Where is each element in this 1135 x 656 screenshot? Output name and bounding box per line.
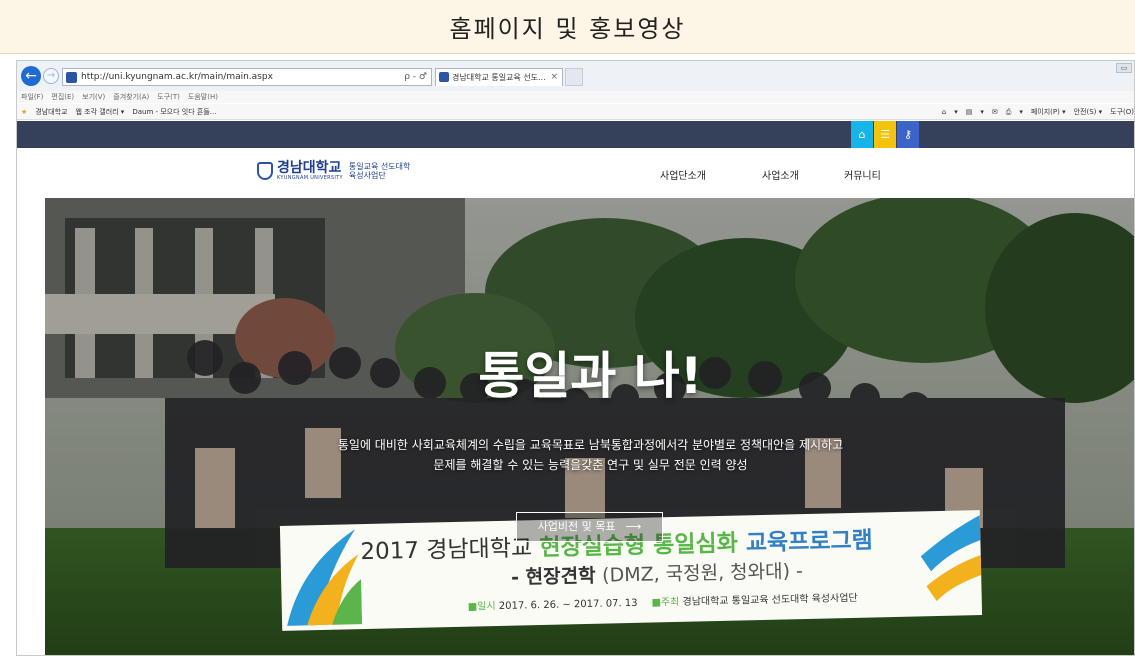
banner-line-3: ■일시 2017. 6. 26. ~ 2017. 07. 13 ■주최 경남대학교… <box>468 589 858 613</box>
forward-arrow-icon[interactable]: → <box>43 68 59 84</box>
menu-favorites[interactable]: 즐겨찾기(A) <box>113 91 149 103</box>
nav-item-projects[interactable]: 사업소개 <box>762 167 799 182</box>
logo-title: 경남대학교 <box>277 160 342 176</box>
new-tab-button[interactable] <box>565 68 583 86</box>
banner-field-trip: - 현장견학 <box>510 564 603 589</box>
banner-date: 2017. 6. 26. ~ 2017. 07. 13 <box>498 597 638 613</box>
banner-line-2: - 현장견학 (DMZ, 국정원, 청와대) - <box>511 556 803 590</box>
home-icon[interactable]: ⌂ <box>851 121 873 148</box>
key-icon[interactable]: ⚷ <box>897 121 919 148</box>
banner-host-label: ■주최 <box>651 596 683 609</box>
banner-places: (DMZ, 국정원, 청와대) - <box>601 560 804 587</box>
banner-year-school: 2017 경남대학교 <box>360 535 540 566</box>
hero-description-line-2: 문제를 해결할 수 있는 능력을갖춘 연구 및 실무 전문 인력 양성 <box>433 458 748 472</box>
menu-icon[interactable]: ☰ <box>874 121 896 148</box>
menu-edit[interactable]: 편집(E) <box>51 91 74 103</box>
tab-close-icon[interactable]: × <box>550 69 558 86</box>
hero-title: 통일과 나! <box>478 347 703 405</box>
site-utility-bar: ⌂ ☰ ⚷ <box>17 121 1134 148</box>
browser-tab[interactable]: 경남대학교 통일교육 선도... × <box>435 68 563 86</box>
back-arrow-icon[interactable]: ← <box>21 66 41 86</box>
home-icon[interactable]: ⌂ <box>942 104 946 120</box>
logo-subtitle-1: 통일교육 선도대학 <box>348 162 411 171</box>
banner-swash-left <box>287 529 363 626</box>
menu-file[interactable]: 파일(F) <box>21 91 43 103</box>
favorite-item-kyungnam[interactable]: 경남대학교 <box>35 104 67 120</box>
favorite-item-webslice[interactable]: 웹 조각 갤러리 ▾ <box>75 104 124 120</box>
window-minimize-icon[interactable]: ▭ <box>1116 63 1132 73</box>
hero-description-line-1: 통일에 대비한 사회교육체계의 수립을 교육목표로 남북통합과정에서각 분야별로… <box>337 438 844 452</box>
university-emblem-icon <box>257 162 273 180</box>
site-header: 경남대학교 KYUNGNAM UNIVERSITY 통일교육 선도대학 육성사업… <box>17 148 1134 198</box>
feeds-icon[interactable]: ▤ <box>966 104 973 120</box>
logo-subtitle-2: 육성사업단 <box>348 171 386 180</box>
hero-section: 통일과 나! 통일에 대비한 사회교육체계의 수립을 교육목표로 남북통합과정에… <box>45 198 1134 655</box>
favorite-item-daum[interactable]: Daum - 모으다 잇다 흔들... <box>132 104 216 120</box>
address-bar[interactable]: http://uni.kyungnam.ac.kr/main/main.aspx… <box>62 68 432 86</box>
logo-english: KYUNGNAM UNIVERSITY <box>277 175 343 181</box>
nav-item-community[interactable]: 커뮤니티 <box>844 167 881 182</box>
favorites-bar: ★ 경남대학교 웹 조각 갤러리 ▾ Daum - 모으다 잇다 흔들... ⌂… <box>17 104 1134 120</box>
banner-swash-right <box>920 515 982 602</box>
print-dropdown[interactable]: ▾ <box>1019 104 1023 120</box>
home-dropdown[interactable]: ▾ <box>954 104 958 120</box>
favorites-star-icon[interactable]: ★ <box>21 104 27 120</box>
vision-goals-label: 사업비전 및 목표 <box>537 520 616 533</box>
slide-title: 홈페이지 및 홍보영상 <box>0 0 1135 54</box>
hero-description: 통일에 대비한 사회교육체계의 수립을 교육목표로 남북통합과정에서각 분야별로… <box>45 435 1134 475</box>
banner-host: 경남대학교 통일교육 선도대학 육성사업단 <box>682 592 858 608</box>
print-icon[interactable]: ⎙ <box>1006 104 1012 120</box>
page-menu[interactable]: 페이지(P) ▾ <box>1031 104 1066 120</box>
banner-date-label: ■일시 <box>467 601 499 613</box>
menu-tools[interactable]: 도구(T) <box>157 91 180 103</box>
tools-menu[interactable]: 도구(O) <box>1110 104 1134 120</box>
menu-bar: 파일(F) 편집(E) 보기(V) 즐겨찾기(A) 도구(T) 도움말(H) <box>17 91 1134 103</box>
address-url: http://uni.kyungnam.ac.kr/main/main.aspx <box>81 72 273 82</box>
safety-menu[interactable]: 안전(S) ▾ <box>1074 104 1103 120</box>
arrow-right-icon: ⟶ <box>625 520 642 533</box>
feeds-dropdown[interactable]: ▾ <box>980 104 984 120</box>
banner-program-type: 교육프로그램 <box>745 527 874 557</box>
search-refresh-icon[interactable]: ρ - ♂ <box>404 69 427 85</box>
mail-icon[interactable]: ✉ <box>992 104 998 120</box>
nav-item-about[interactable]: 사업단소개 <box>660 167 706 182</box>
tab-title: 경남대학교 통일교육 선도... <box>452 73 546 82</box>
vision-goals-button[interactable]: 사업비전 및 목표 ⟶ <box>516 512 663 542</box>
site-favicon-icon <box>66 72 77 83</box>
browser-screenshot: ← → http://uni.kyungnam.ac.kr/main/main.… <box>16 60 1135 656</box>
menu-help[interactable]: 도움말(H) <box>188 91 218 103</box>
menu-view[interactable]: 보기(V) <box>82 91 105 103</box>
tab-favicon-icon <box>439 72 449 82</box>
site-logo[interactable]: 경남대학교 KYUNGNAM UNIVERSITY 통일교육 선도대학 육성사업… <box>257 161 410 181</box>
browser-toolbar: ← → http://uni.kyungnam.ac.kr/main/main.… <box>17 61 1134 91</box>
